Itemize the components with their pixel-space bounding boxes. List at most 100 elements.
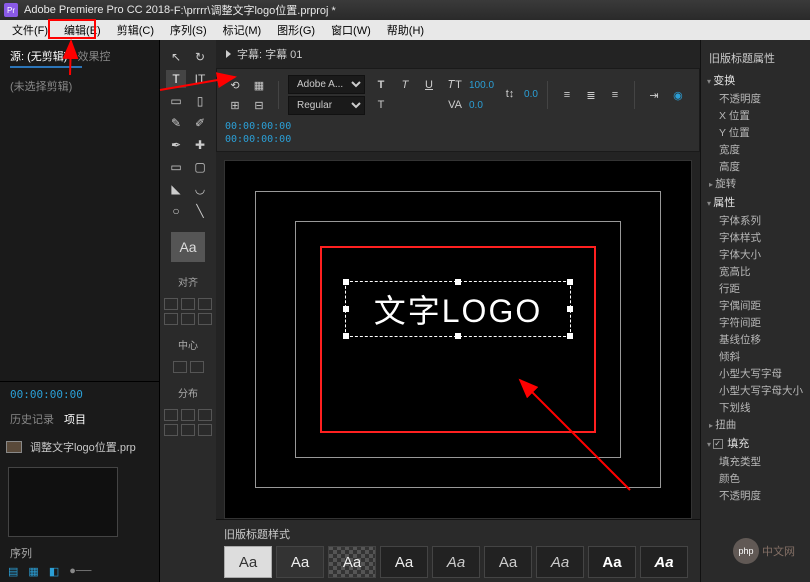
tab-stops-icon[interactable]: ⇥ [644, 86, 664, 104]
font-family-select[interactable]: Adobe A... [288, 75, 365, 94]
menu-clip[interactable]: 剪辑(C) [109, 20, 162, 40]
style-preview[interactable]: Aa [171, 232, 205, 262]
handle-rc[interactable] [567, 306, 573, 312]
prop-properties-0[interactable]: 字体系列 [707, 212, 804, 229]
align-left-text-icon[interactable]: ≡ [557, 86, 577, 104]
tab-history[interactable]: 历史记录 [10, 411, 54, 427]
font-weight-select[interactable]: Regular [288, 96, 365, 115]
distribute-1-icon[interactable] [164, 409, 178, 421]
prop-transform-4[interactable]: 高度 [707, 158, 804, 175]
distribute-5-icon[interactable] [181, 424, 195, 436]
align-right-icon[interactable] [198, 298, 212, 310]
style-swatch-0[interactable]: Aa [224, 546, 272, 578]
italic-icon[interactable]: T [395, 76, 415, 94]
path-type-tool-icon[interactable]: ✎ [166, 114, 186, 132]
align-right-text-icon[interactable]: ≡ [605, 86, 625, 104]
distribute-4-icon[interactable] [164, 424, 178, 436]
sequence-thumbnail[interactable] [8, 467, 118, 537]
selection-tool-icon[interactable]: ↖ [166, 48, 186, 66]
menu-file[interactable]: 文件(F) [4, 20, 56, 40]
wedge-tool-icon[interactable]: ◣ [166, 180, 186, 198]
roll-crawl-icon[interactable]: ⟲ [225, 76, 245, 94]
rounded-rect-tool-icon[interactable]: ▢ [190, 158, 210, 176]
prop-transform-1[interactable]: X 位置 [707, 107, 804, 124]
align-hcenter-icon[interactable] [181, 298, 195, 310]
handle-tc[interactable] [455, 279, 461, 285]
menu-mark[interactable]: 标记(M) [215, 20, 270, 40]
prop-fill-1[interactable]: 颜色 [707, 470, 804, 487]
pen-tool-icon[interactable]: ✒ [166, 136, 186, 154]
handle-lc[interactable] [343, 306, 349, 312]
prop-distort[interactable]: 扭曲 [707, 416, 804, 433]
show-video-icon[interactable]: ◉ [668, 86, 688, 104]
align-left-icon[interactable] [164, 298, 178, 310]
group-properties[interactable]: 属性 [707, 192, 804, 212]
timecode-a[interactable]: 00:00:00:00 [225, 121, 291, 132]
style-swatch-7[interactable]: Aa [588, 546, 636, 578]
prop-transform-0[interactable]: 不透明度 [707, 90, 804, 107]
distribute-6-icon[interactable] [198, 424, 212, 436]
type-tool-icon[interactable]: T [166, 70, 186, 88]
menu-graphics[interactable]: 图形(G) [269, 20, 323, 40]
freeform-view-icon[interactable]: ◧ [49, 565, 59, 578]
vertical-path-type-tool-icon[interactable]: ✐ [190, 114, 210, 132]
style-swatch-8[interactable]: Aa [640, 546, 688, 578]
group-fill[interactable]: 填充 [707, 433, 804, 453]
style-swatch-2[interactable]: Aa [328, 546, 376, 578]
prop-fill-0[interactable]: 填充类型 [707, 453, 804, 470]
leading-value[interactable]: 0.0 [524, 89, 538, 100]
prop-properties-9[interactable]: 小型大写字母 [707, 365, 804, 382]
rotate-tool-icon[interactable]: ↻ [190, 48, 210, 66]
handle-br[interactable] [567, 333, 573, 339]
distribute-3-icon[interactable] [198, 409, 212, 421]
timecode-b[interactable]: 00:00:00:00 [225, 134, 291, 145]
template-icon[interactable]: ▦ [249, 76, 269, 94]
title-panel-tab[interactable]: 字幕: 字幕 01 [216, 40, 700, 68]
align-bottom-icon[interactable] [198, 313, 212, 325]
tab-effect-controls[interactable]: 效果控 [77, 48, 110, 64]
prop-properties-4[interactable]: 行距 [707, 280, 804, 297]
menu-sequence[interactable]: 序列(S) [162, 20, 215, 40]
prop-properties-10[interactable]: 小型大写字母大小 [707, 382, 804, 399]
text-selection-box[interactable]: 文字LOGO [345, 281, 571, 337]
icon-view-icon[interactable]: ▦ [28, 565, 38, 578]
prop-transform-3[interactable]: 宽度 [707, 141, 804, 158]
new-title-icon[interactable]: ⊞ [225, 96, 245, 114]
prop-properties-5[interactable]: 字偶间距 [707, 297, 804, 314]
style-swatch-3[interactable]: Aa [380, 546, 428, 578]
add-anchor-tool-icon[interactable]: ✚ [190, 136, 210, 154]
area-type-tool-icon[interactable]: ▭ [166, 92, 186, 110]
tab-source[interactable]: 源: (无剪辑) [10, 48, 67, 64]
zoom-slider-icon[interactable]: ●── [69, 565, 91, 578]
prop-transform-2[interactable]: Y 位置 [707, 124, 804, 141]
prop-properties-3[interactable]: 宽高比 [707, 263, 804, 280]
list-view-icon[interactable]: ▤ [8, 565, 18, 578]
prop-properties-8[interactable]: 倾斜 [707, 348, 804, 365]
prop-properties-1[interactable]: 字体样式 [707, 229, 804, 246]
align-top-icon[interactable] [164, 313, 178, 325]
arc-tool-icon[interactable]: ◡ [190, 180, 210, 198]
link-icon[interactable]: ⊟ [249, 96, 269, 114]
style-swatch-6[interactable]: Aa [536, 546, 584, 578]
prop-properties-11[interactable]: 下划线 [707, 399, 804, 416]
handle-bl[interactable] [343, 333, 349, 339]
vertical-area-type-tool-icon[interactable]: ▯ [190, 92, 210, 110]
title-canvas[interactable]: 文字LOGO [224, 160, 692, 519]
kerning-value[interactable]: 0.0 [469, 100, 483, 111]
underline-icon[interactable]: U [419, 76, 439, 94]
prop-fill-2[interactable]: 不透明度 [707, 487, 804, 504]
style-swatch-5[interactable]: Aa [484, 546, 532, 578]
menu-edit[interactable]: 编辑(E) [56, 20, 109, 40]
align-center-text-icon[interactable]: ≣ [581, 86, 601, 104]
logo-text[interactable]: 文字LOGO [374, 286, 542, 332]
handle-bc[interactable] [455, 333, 461, 339]
group-transform[interactable]: 变换 [707, 70, 804, 90]
menu-window[interactable]: 窗口(W) [323, 20, 379, 40]
prop-properties-2[interactable]: 字体大小 [707, 246, 804, 263]
handle-tl[interactable] [343, 279, 349, 285]
vertical-type-tool-icon[interactable]: IT [190, 70, 210, 88]
tab-project[interactable]: 项目 [64, 411, 86, 427]
fill-checkbox[interactable] [713, 439, 723, 449]
style-swatch-4[interactable]: Aa [432, 546, 480, 578]
rectangle-tool-icon[interactable]: ▭ [166, 158, 186, 176]
